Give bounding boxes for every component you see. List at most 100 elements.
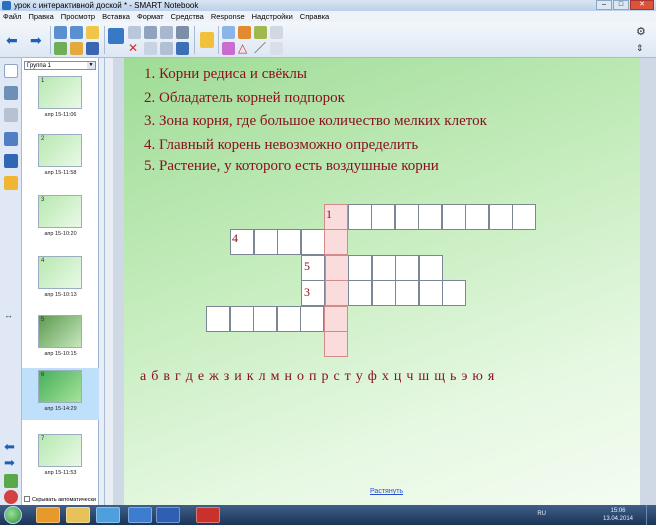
- new-page-icon[interactable]: [86, 26, 99, 39]
- notebook-taskbar-icon[interactable]: [128, 507, 152, 523]
- minimize-button[interactable]: –: [596, 0, 612, 10]
- letter-tile[interactable]: з: [224, 369, 230, 384]
- letter-tile[interactable]: ь: [450, 369, 456, 384]
- menu-help[interactable]: Справка: [300, 11, 329, 22]
- crossword-cell[interactable]: [347, 204, 372, 230]
- crossword-cell[interactable]: [371, 280, 396, 306]
- letter-tile[interactable]: т: [345, 369, 351, 384]
- letter-tile[interactable]: ю: [472, 369, 482, 384]
- crossword-cell[interactable]: [348, 280, 372, 306]
- save-icon[interactable]: [86, 42, 99, 55]
- show-desktop-button[interactable]: [646, 505, 656, 525]
- crossword-cell[interactable]: [442, 280, 466, 306]
- crossword-cell[interactable]: [300, 229, 325, 255]
- pdf-icon[interactable]: [196, 507, 220, 523]
- screen-shade-icon[interactable]: [108, 28, 124, 44]
- page-sorter-tab-icon[interactable]: [4, 64, 18, 78]
- clue-2[interactable]: 2. Обладатель корней подпорок: [144, 90, 345, 107]
- letter-tile[interactable]: а: [140, 369, 146, 384]
- language-indicator[interactable]: RU: [537, 511, 546, 517]
- crossword-cell[interactable]: [324, 229, 348, 255]
- menu-insert[interactable]: Вставка: [102, 11, 130, 22]
- creative-pen-icon[interactable]: [254, 26, 267, 39]
- letter-tile[interactable]: м: [271, 369, 280, 384]
- letter-tile[interactable]: б: [151, 369, 158, 384]
- page-thumbnail-3[interactable]: 3 апр 15-10:20: [22, 193, 99, 249]
- media-player-icon[interactable]: [36, 507, 60, 523]
- letter-tile[interactable]: р: [321, 369, 328, 384]
- crossword-cell[interactable]: [324, 255, 349, 281]
- chevron-down-icon[interactable]: ▼: [87, 62, 95, 69]
- letter-tile[interactable]: ц: [394, 369, 402, 384]
- sorter-scrollbar[interactable]: [105, 58, 113, 505]
- close-button[interactable]: ✕: [630, 0, 654, 10]
- crossword-cell[interactable]: [348, 255, 372, 281]
- response-tab-icon[interactable]: [4, 176, 18, 190]
- pen-icon[interactable]: [238, 26, 251, 39]
- document-camera-icon[interactable]: [144, 42, 157, 55]
- menu-format[interactable]: Формат: [137, 11, 164, 22]
- checkbox-box[interactable]: [24, 496, 30, 502]
- crossword-cell[interactable]: [253, 229, 278, 255]
- group-dropdown[interactable]: Группа 1 ▼: [24, 61, 96, 70]
- menu-file[interactable]: Файл: [3, 11, 21, 22]
- crossword-cell[interactable]: [395, 255, 419, 281]
- table-icon[interactable]: [160, 42, 173, 55]
- redo-icon[interactable]: [70, 26, 83, 39]
- autohide-checkbox[interactable]: Скрывать автоматически: [24, 496, 96, 503]
- letter-tile[interactable]: л: [259, 369, 266, 384]
- explorer-folder-icon[interactable]: [66, 507, 90, 523]
- rotate-icon[interactable]: [160, 26, 173, 39]
- menu-view[interactable]: Просмотр: [61, 11, 95, 22]
- undo-icon[interactable]: [54, 26, 67, 39]
- page-thumbnail-2[interactable]: 2 апр 15-11:58: [22, 132, 99, 188]
- page-thumbnail-7[interactable]: 7 апр 15-11:53: [22, 432, 99, 488]
- insert-table-icon[interactable]: [128, 26, 141, 39]
- maximize-button[interactable]: □: [613, 0, 629, 10]
- menu-response[interactable]: Response: [211, 11, 245, 22]
- crossword-cell[interactable]: [394, 204, 419, 230]
- page-thumbnail-4[interactable]: 4 апр 15-10:13: [22, 254, 99, 310]
- crossword-cell[interactable]: [441, 204, 466, 230]
- clock[interactable]: 15:06 13.04.2014: [598, 507, 638, 523]
- notebook-page[interactable]: 1. Корни редиса и свёклы 2. Обладатель к…: [124, 58, 640, 505]
- page-thumbnail-6[interactable]: 6 апр 15-14:29: [22, 368, 99, 420]
- properties-tab-icon[interactable]: [4, 132, 18, 146]
- letter-tile[interactable]: у: [356, 369, 363, 384]
- letter-tile[interactable]: д: [186, 369, 193, 384]
- shapes-icon[interactable]: △: [238, 42, 251, 55]
- magic-pen-icon[interactable]: [270, 42, 283, 55]
- letter-tile[interactable]: ч: [406, 369, 413, 384]
- crossword-cell[interactable]: [229, 306, 254, 332]
- letter-tile[interactable]: е: [198, 369, 204, 384]
- crossword-cell[interactable]: [395, 280, 419, 306]
- gallery-tab-icon[interactable]: [4, 86, 18, 100]
- addons-tab-icon[interactable]: [4, 154, 18, 168]
- open-file-icon[interactable]: [54, 42, 67, 55]
- crossword-cell[interactable]: [323, 306, 348, 332]
- crossword-cell[interactable]: [253, 306, 277, 332]
- select-pointer-icon[interactable]: [222, 26, 235, 39]
- letter-tile[interactable]: ш: [418, 369, 429, 384]
- crossword-cell[interactable]: [276, 306, 301, 332]
- clue-4[interactable]: 4. Главный корень невозможно определить: [144, 137, 418, 154]
- delete-page-icon[interactable]: [4, 490, 18, 504]
- paste-icon[interactable]: [70, 42, 83, 55]
- page-thumbnail-1[interactable]: 1 апр 15-11:06: [22, 74, 99, 130]
- clue-5[interactable]: 5. Растение, у которого есть воздушные к…: [144, 158, 439, 175]
- letter-tile[interactable]: к: [247, 369, 254, 384]
- next-page-icon[interactable]: ➡: [4, 456, 18, 470]
- letter-tile[interactable]: х: [382, 369, 389, 384]
- show-hide-icon[interactable]: [144, 26, 157, 39]
- letter-tile[interactable]: ф: [368, 369, 377, 384]
- start-button[interactable]: [4, 506, 22, 524]
- sidebar-swap-icon[interactable]: ↔: [4, 310, 18, 324]
- letter-tile[interactable]: ж: [209, 369, 219, 384]
- fill-icon[interactable]: [222, 42, 235, 55]
- stretch-link[interactable]: Растянуть: [370, 488, 403, 495]
- letter-tile[interactable]: я: [488, 369, 494, 384]
- line-icon[interactable]: ／: [254, 42, 267, 55]
- previous-page-icon[interactable]: ⬅: [4, 440, 18, 454]
- crossword-cell[interactable]: [418, 280, 443, 306]
- crossword-cell[interactable]: [324, 280, 349, 306]
